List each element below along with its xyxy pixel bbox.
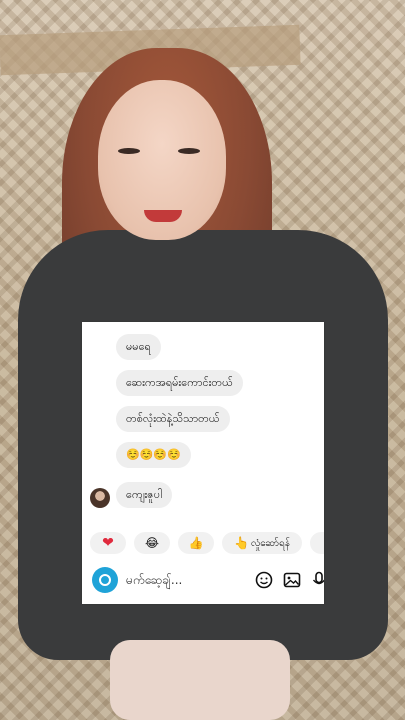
reaction-heart-button[interactable]: ❤ [90,532,126,554]
gallery-button[interactable] [282,570,302,590]
microphone-icon [312,571,324,585]
person-mouth [144,210,182,222]
sticker-icon [255,571,273,589]
camera-button[interactable] [92,567,118,593]
reaction-nudge-button[interactable]: 👆 လှုံဆော်ရန် [222,532,302,554]
message-bubble: ဆေးကအရမ်းကောင်းတယ် [116,370,243,396]
message-input[interactable]: မက်ဆေ့ချ်... [126,572,182,590]
image-icon [283,572,301,588]
laughing-emoji-icon: 😂 [144,536,160,550]
message-composer: မက်ဆေ့ချ်... [90,564,324,596]
thumbs-up-icon: 👍 [188,536,204,550]
chat-overlay-card: မမရေ ဆေးကအရမ်းကောင်းတယ် တစ်လုံးထဲနဲ့သိသာ… [82,322,324,604]
heart-icon: ❤ [102,535,114,551]
person-eye-right [178,148,200,154]
person-eye-left [118,148,140,154]
message-bubble: တစ်လုံးထဲနဲ့သိသာတယ် [116,406,230,432]
reaction-thumbs-up-button[interactable]: 👍 [178,532,214,554]
camera-icon [99,574,111,586]
reaction-more-button[interactable] [310,532,324,554]
person-legs [110,640,290,720]
message-bubble: မမရေ [116,334,161,360]
pointing-hand-icon: 👆 [233,536,249,550]
message-bubble: ကျေးဇူပါ [116,482,172,508]
reaction-laugh-button[interactable]: 😂 [134,532,170,554]
message-bubble: ☺️☺️☺️☺️ [116,442,191,468]
nudge-label: လှုံဆော်ရန် [250,537,291,549]
voice-button[interactable] [312,570,324,590]
sender-avatar[interactable] [90,488,110,508]
sticker-button[interactable] [254,570,274,590]
